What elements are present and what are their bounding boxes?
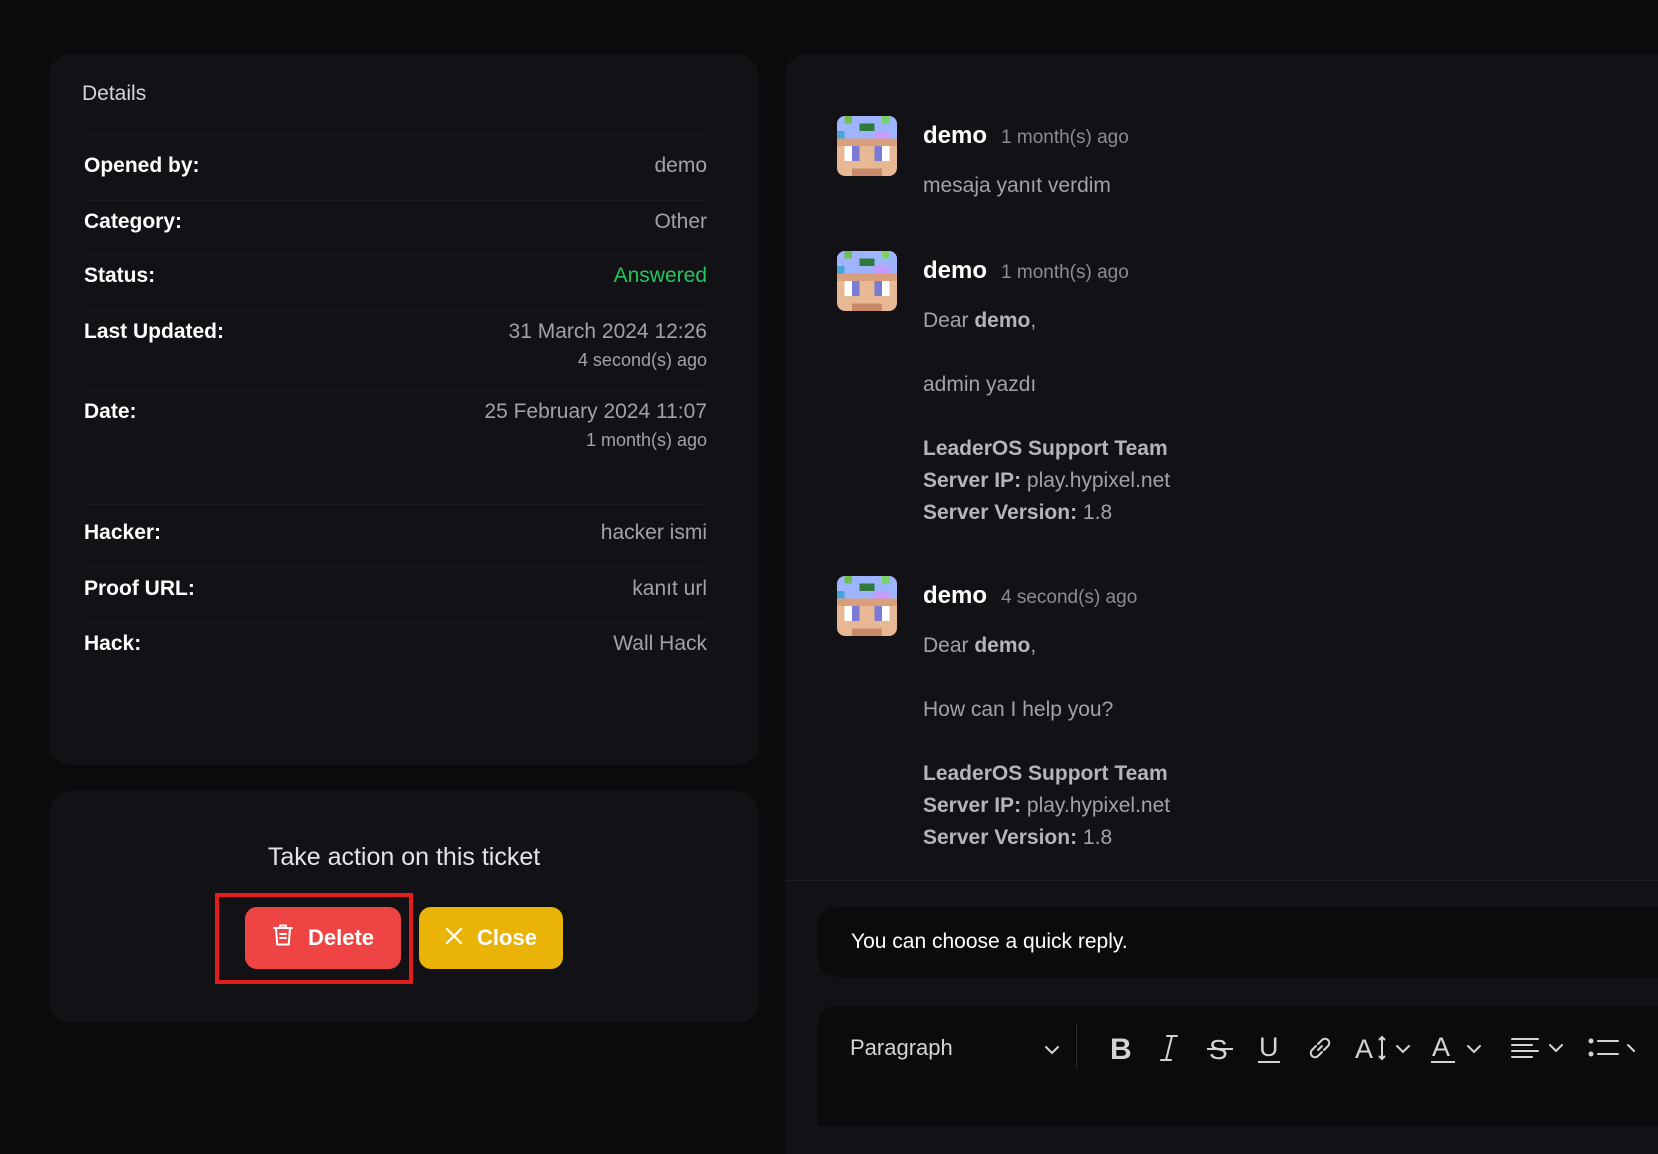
close-icon [445, 925, 463, 951]
detail-value: Wall Hack [613, 632, 707, 655]
message-time: 4 second(s) ago [1001, 587, 1138, 608]
detail-row-hack: Hack: Wall Hack [84, 632, 707, 656]
message-author[interactable]: demo [923, 582, 987, 610]
avatar [837, 251, 897, 311]
toolbar-separator [1076, 1024, 1077, 1068]
strikethrough-icon[interactable]: S [1206, 1028, 1234, 1068]
align-icon[interactable] [1510, 1028, 1570, 1068]
quick-reply-select[interactable]: You can choose a quick reply. [818, 907, 1658, 977]
greeting-name: demo [974, 309, 1031, 332]
message-body: mesaja yanıt verdim [923, 170, 1623, 202]
chevron-down-icon [1044, 1035, 1060, 1061]
detail-row-category: Category: Other [84, 210, 707, 234]
signature-server-version: Server Version: 1.8 [923, 826, 1113, 849]
detail-label: Hacker: [84, 521, 162, 544]
detail-label: Category: [84, 210, 183, 233]
detail-row-date: Date: 25 February 2024 11:07 1 month(s) … [84, 400, 707, 451]
divider [84, 622, 707, 623]
avatar [837, 576, 897, 636]
divider [84, 390, 707, 391]
greeting-name: demo [974, 634, 1031, 657]
greeting-suffix: , [1030, 309, 1037, 332]
detail-value: Other [654, 210, 707, 233]
list-icon[interactable] [1588, 1028, 1638, 1068]
message-greeting: Dear demo, [923, 630, 1623, 662]
message-body: Dear demo, admin yazdı LeaderOS Support … [923, 305, 1623, 529]
close-label: Close [477, 925, 537, 950]
bold-icon[interactable]: B [1108, 1028, 1134, 1068]
message-text: admin yazdı [923, 373, 1037, 396]
editor-toolbar: Paragraph B S U A A [818, 1006, 1658, 1126]
detail-row-opened-by: Opened by: demo [84, 154, 707, 178]
signature-server-ip: Server IP: play.hypixel.net [923, 469, 1171, 492]
quick-reply-placeholder: You can choose a quick reply. [851, 930, 1128, 953]
greeting-prefix: Dear [923, 309, 975, 332]
detail-row-proof-url: Proof URL: kanıt url [84, 577, 707, 601]
message-header: demo 1 month(s) ago [923, 257, 1129, 285]
detail-row-hacker: Hacker: hacker ismi [84, 521, 707, 545]
divider [84, 134, 707, 135]
message-author[interactable]: demo [923, 122, 987, 150]
detail-row-last-updated: Last Updated: 31 March 2024 12:26 4 seco… [84, 320, 707, 371]
detail-value: demo [654, 154, 707, 177]
svg-text:U: U [1259, 1032, 1279, 1062]
underline-icon[interactable]: U [1256, 1028, 1282, 1068]
divider [84, 254, 707, 255]
font-size-icon[interactable]: A [1355, 1028, 1417, 1068]
last-updated-relative: 4 second(s) ago [577, 350, 707, 370]
message-header: demo 4 second(s) ago [923, 582, 1137, 610]
details-title: Details [82, 82, 147, 105]
detail-value: hacker ismi [600, 521, 707, 544]
italic-icon[interactable] [1158, 1028, 1180, 1068]
svg-text:B: B [1110, 1033, 1132, 1063]
message-header: demo 1 month(s) ago [923, 122, 1129, 150]
svg-text:A: A [1432, 1032, 1450, 1062]
date-relative: 1 month(s) ago [585, 430, 707, 450]
link-icon[interactable] [1306, 1028, 1334, 1068]
greeting-prefix: Dear [923, 634, 975, 657]
divider [84, 566, 707, 567]
detail-row-status: Status: Answered [84, 264, 707, 288]
detail-label: Proof URL: [84, 577, 195, 600]
date-value: 25 February 2024 11:07 [484, 400, 707, 423]
divider [785, 880, 1658, 881]
detail-label: Hack: [84, 632, 142, 655]
message-author[interactable]: demo [923, 257, 987, 285]
last-updated-date: 31 March 2024 12:26 [508, 320, 707, 343]
divider [84, 310, 707, 311]
details-card: Details Opened by: demo Category: Other … [49, 54, 759, 765]
detail-value: kanıt url [632, 577, 707, 600]
detail-label: Status: [84, 264, 156, 287]
signature-team: LeaderOS Support Team [923, 762, 1168, 785]
divider [84, 504, 707, 505]
delete-button-highlight [215, 893, 413, 984]
message-time: 1 month(s) ago [1001, 262, 1129, 283]
message-greeting: Dear demo, [923, 305, 1623, 337]
message-body: Dear demo, How can I help you? LeaderOS … [923, 630, 1623, 854]
message-text: How can I help you? [923, 698, 1114, 721]
messages-card: demo 1 month(s) ago mesaja yanıt verdim … [785, 54, 1658, 1154]
detail-label: Date: [84, 400, 137, 423]
detail-value: 25 February 2024 11:07 1 month(s) ago [484, 400, 707, 451]
divider [84, 200, 707, 201]
paragraph-label: Paragraph [850, 1035, 953, 1060]
detail-label: Last Updated: [84, 320, 225, 343]
message-text: mesaja yanıt verdim [923, 174, 1111, 197]
avatar [837, 116, 897, 176]
font-color-icon[interactable]: A [1430, 1028, 1486, 1068]
close-ticket-button[interactable]: Close [419, 907, 563, 969]
message-time: 1 month(s) ago [1001, 127, 1129, 148]
detail-label: Opened by: [84, 154, 200, 177]
signature-server-ip: Server IP: play.hypixel.net [923, 794, 1171, 817]
signature-server-version: Server Version: 1.8 [923, 501, 1113, 524]
detail-value: 31 March 2024 12:26 4 second(s) ago [509, 320, 707, 371]
status-value: Answered [613, 264, 707, 287]
svg-text:A: A [1355, 1034, 1373, 1064]
paragraph-style-select[interactable]: Paragraph [850, 1028, 1060, 1068]
greeting-suffix: , [1030, 634, 1037, 657]
signature-team: LeaderOS Support Team [923, 437, 1168, 460]
action-title: Take action on this ticket [267, 843, 541, 871]
